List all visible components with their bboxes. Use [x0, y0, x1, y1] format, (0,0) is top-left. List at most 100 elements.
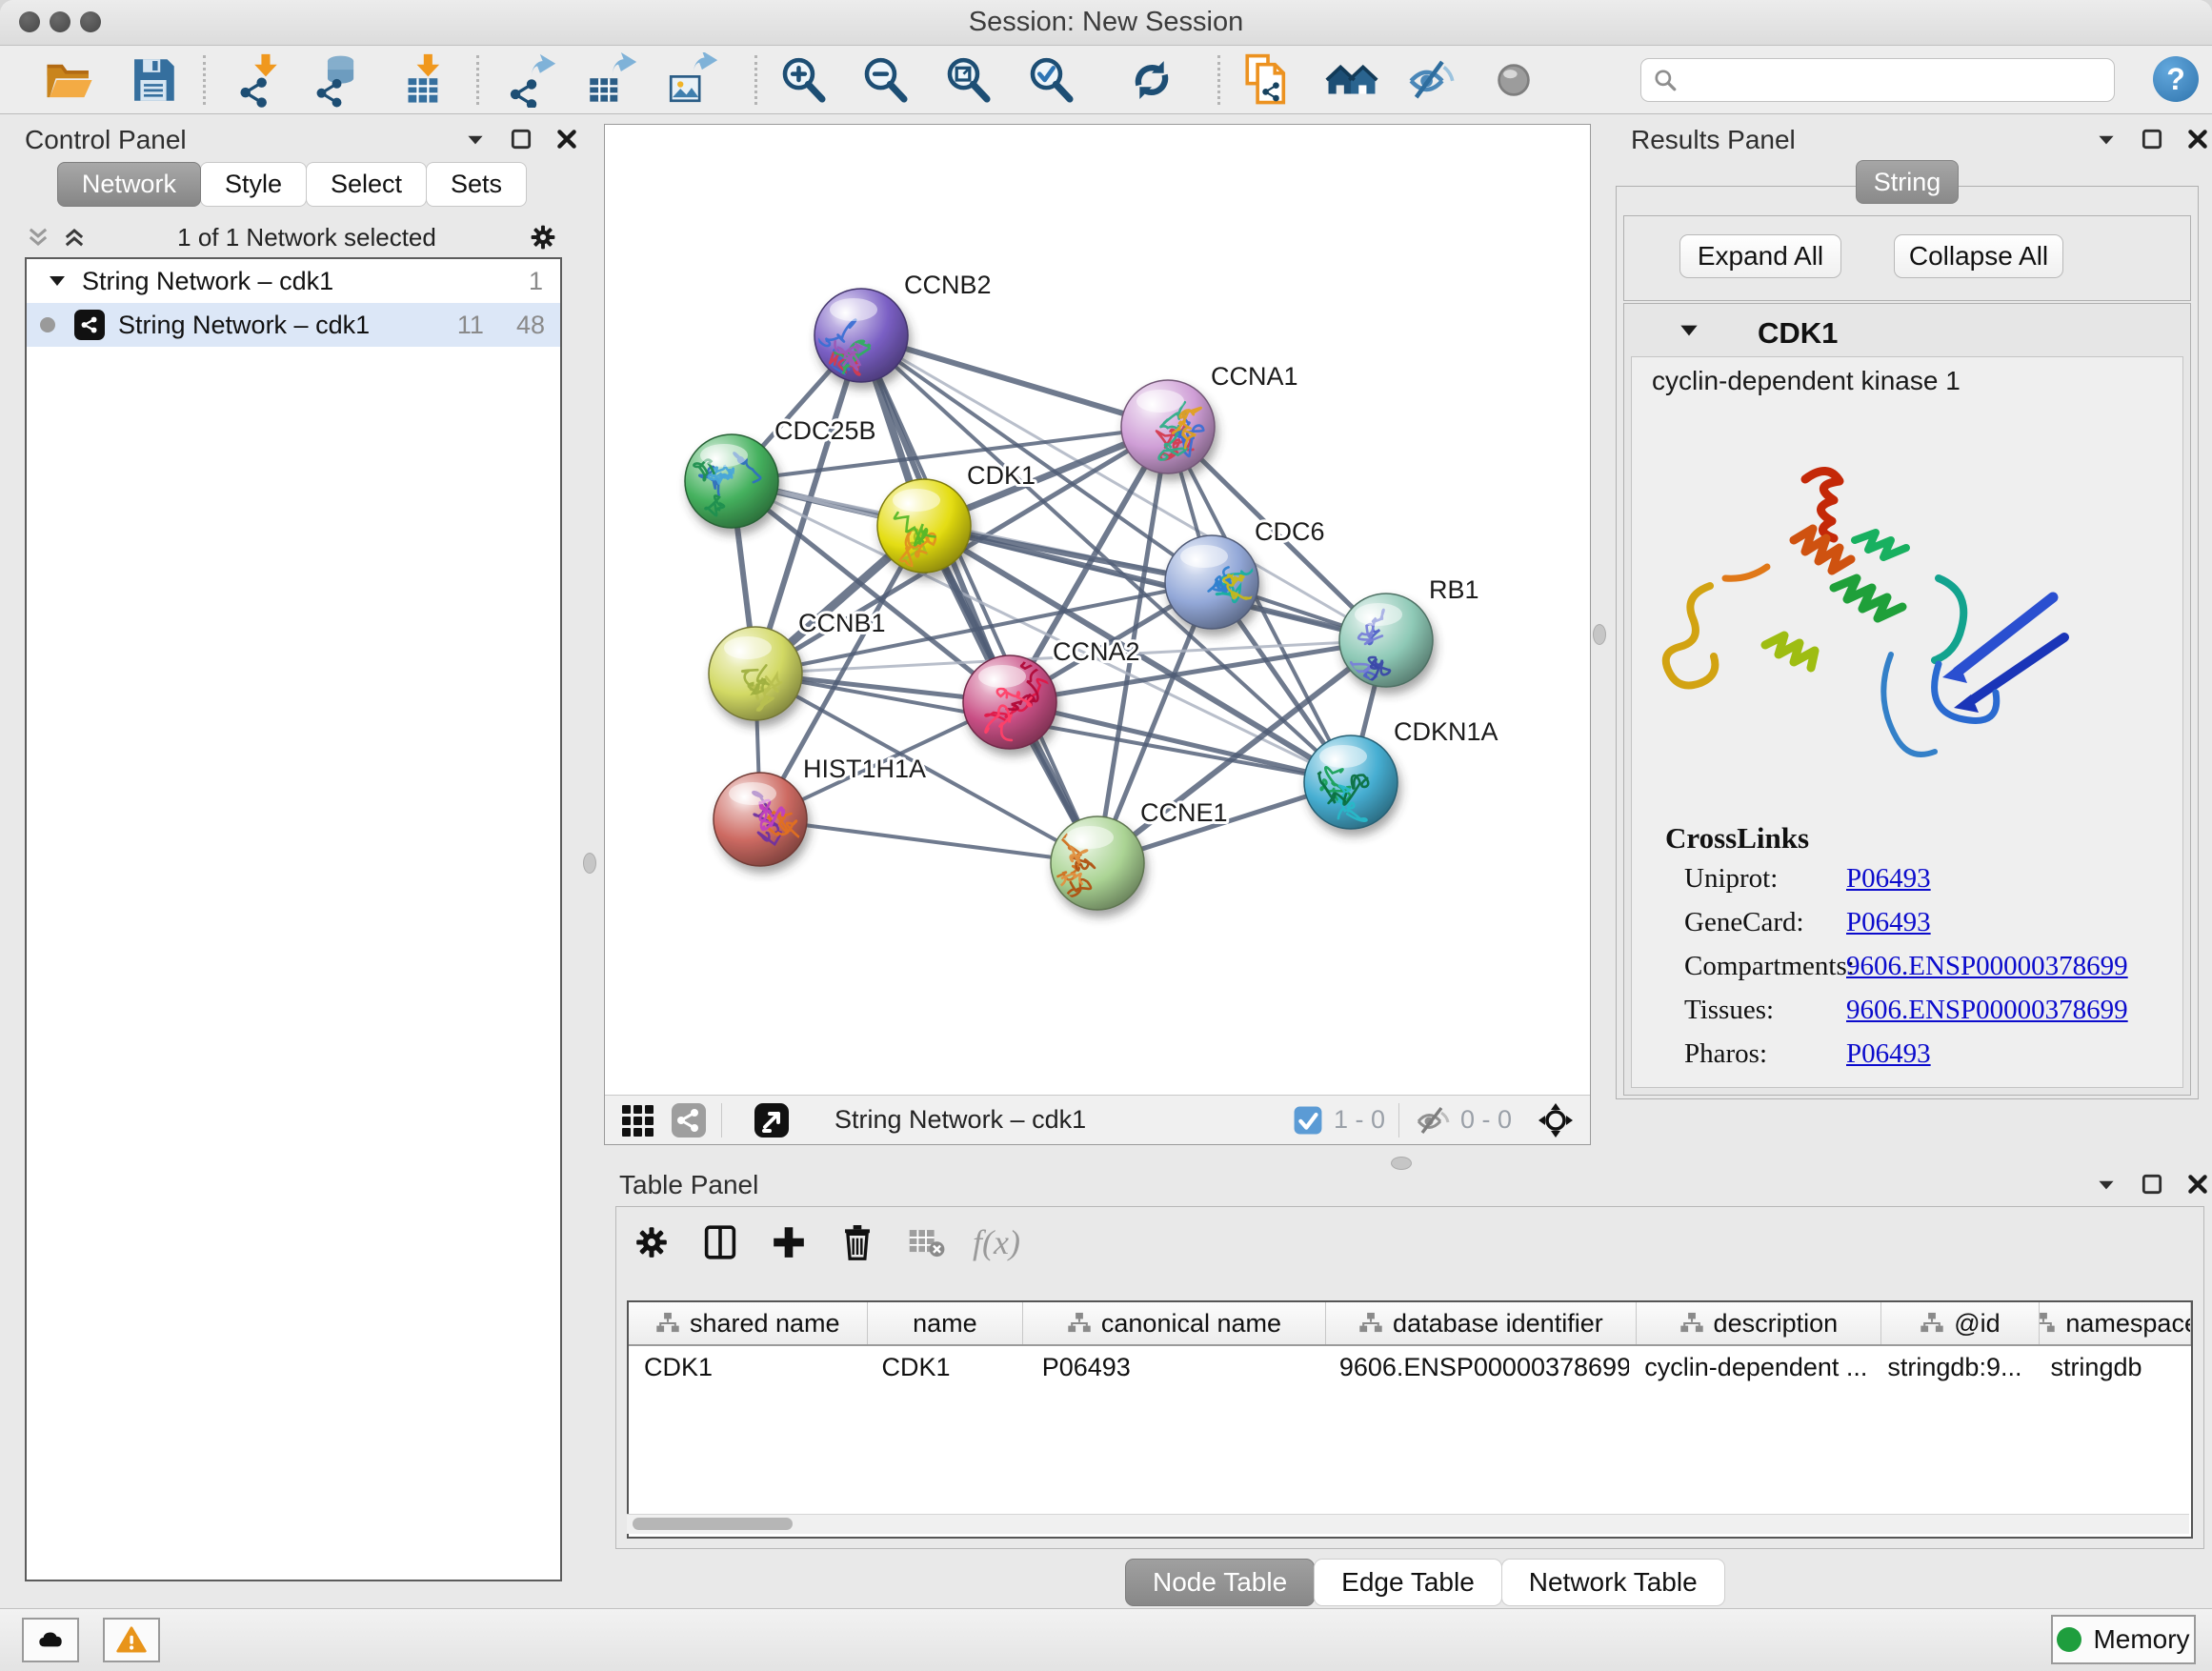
share-view-icon[interactable]	[670, 1101, 708, 1139]
column-header-description[interactable]: description	[1637, 1302, 1881, 1344]
network-edge-CCNB2-CCNE1[interactable]	[861, 335, 1097, 863]
network-edge-HIST1H1A-CCNE1[interactable]	[760, 819, 1097, 863]
tab-network[interactable]: Network	[57, 162, 201, 207]
network-node-CCNE1[interactable]	[1039, 816, 1144, 910]
save-session-icon[interactable]	[124, 50, 183, 110]
birdseye-view-icon[interactable]	[753, 1101, 791, 1139]
function-builder-icon[interactable]: f(x)	[973, 1222, 1020, 1262]
network-node-CDK1[interactable]	[877, 479, 971, 573]
zoom-in-icon[interactable]	[774, 50, 833, 110]
search-input[interactable]	[1685, 60, 2114, 100]
splitter-handle[interactable]	[1593, 624, 1606, 645]
warning-status-button[interactable]	[103, 1618, 160, 1662]
network-node-CCNA1[interactable]	[1121, 380, 1215, 473]
tab-select[interactable]: Select	[306, 162, 427, 207]
hide-selection-icon[interactable]	[1402, 50, 1461, 110]
grid-mode-icon[interactable]	[618, 1101, 656, 1139]
table-row[interactable]: CDK1CDK1P064939606.ENSP00000378699cyclin…	[629, 1346, 2191, 1388]
export-image-icon[interactable]	[662, 50, 721, 110]
search-box[interactable]	[1640, 58, 2115, 102]
zoom-out-icon[interactable]	[855, 50, 915, 110]
network-node-HIST1H1A[interactable]	[714, 773, 807, 866]
network-canvas[interactable]: CCNB2CCNA1CDC25BCDK1CDC6RB1CCNB1CCNA2CDK…	[605, 125, 1590, 1099]
network-node-RB1[interactable]	[1339, 594, 1433, 696]
import-table-icon[interactable]	[392, 50, 452, 110]
scrollbar-thumb[interactable]	[633, 1518, 793, 1530]
splitter-handle[interactable]	[1391, 1157, 1412, 1170]
crosslink-link[interactable]: P06493	[1846, 1038, 1931, 1069]
panel-close-icon[interactable]	[2185, 127, 2210, 151]
tab-node-table[interactable]: Node Table	[1125, 1559, 1315, 1606]
crosslink-row: GeneCard:P06493	[1684, 907, 2128, 951]
delete-table-icon[interactable]	[904, 1220, 948, 1264]
network-edge-CCNB2-CCNA1[interactable]	[861, 335, 1168, 427]
network-node-CDKN1A[interactable]	[1304, 735, 1398, 829]
network-options-gear-icon[interactable]	[526, 220, 560, 254]
panel-menu-icon[interactable]	[2094, 127, 2119, 151]
network-edge-count: 48	[516, 311, 545, 340]
crosslink-link[interactable]: 9606.ENSP00000378699	[1846, 951, 2128, 981]
hidden-eye-icon[interactable]	[1413, 1101, 1451, 1139]
panel-float-icon[interactable]	[2140, 1172, 2164, 1197]
network-collection-row[interactable]: String Network – cdk1 1	[27, 259, 560, 303]
expand-all-icon[interactable]	[61, 224, 88, 251]
panel-close-icon[interactable]	[2185, 1172, 2210, 1197]
refresh-layout-icon[interactable]	[1122, 50, 1181, 110]
column-header-name[interactable]: name	[868, 1302, 1024, 1344]
copy-network-icon[interactable]	[1238, 50, 1297, 110]
delete-column-icon[interactable]	[835, 1220, 879, 1264]
show-columns-icon[interactable]	[698, 1220, 742, 1264]
network-node-CCNB2[interactable]	[814, 289, 908, 405]
import-database-icon[interactable]	[307, 50, 366, 110]
add-column-icon[interactable]	[767, 1220, 811, 1264]
open-file-icon[interactable]	[40, 50, 99, 110]
network-row[interactable]: String Network – cdk1 11 48	[27, 303, 560, 347]
tab-edge-table[interactable]: Edge Table	[1314, 1559, 1502, 1606]
export-table-icon[interactable]	[581, 50, 640, 110]
column-header-shared-name[interactable]: shared name	[629, 1302, 868, 1344]
cloud-status-button[interactable]	[22, 1618, 79, 1662]
crosslink-label: Pharos:	[1684, 1038, 1846, 1070]
panel-menu-icon[interactable]	[463, 127, 488, 151]
expand-all-button[interactable]: Expand All	[1679, 234, 1841, 278]
tab-network-table[interactable]: Network Table	[1501, 1559, 1725, 1606]
column-header-namespace[interactable]: namespace	[2040, 1302, 2191, 1344]
network-node-CCNA2[interactable]	[963, 655, 1068, 749]
tab-style[interactable]: Style	[200, 162, 307, 207]
network-edge-CCNA2-CDKN1A[interactable]	[1010, 702, 1351, 782]
collapse-all-icon[interactable]	[25, 224, 51, 251]
panel-float-icon[interactable]	[509, 127, 533, 151]
crosslink-link[interactable]: P06493	[1846, 863, 1931, 894]
export-network-icon[interactable]	[500, 50, 559, 110]
splitter-handle[interactable]	[583, 853, 596, 874]
horizontal-scrollbar[interactable]	[627, 1514, 2189, 1534]
crosslink-link[interactable]: 9606.ENSP00000378699	[1846, 995, 2128, 1025]
network-node-CDC25B[interactable]	[685, 434, 778, 528]
selected-checkbox-icon[interactable]	[1292, 1104, 1324, 1137]
results-panel-title: Results Panel	[1631, 125, 1796, 155]
fit-content-crosshair-icon[interactable]	[1537, 1101, 1575, 1139]
memory-button[interactable]: Memory	[2051, 1615, 2196, 1664]
first-neighbors-icon[interactable]	[1322, 50, 1381, 110]
entry-expanded-icon[interactable]	[1677, 318, 1701, 343]
column-header-database-identifier[interactable]: database identifier	[1326, 1302, 1637, 1344]
zoom-fit-icon[interactable]	[938, 50, 997, 110]
network-node-CDC6[interactable]	[1165, 535, 1266, 629]
table-settings-gear-icon[interactable]	[630, 1220, 674, 1264]
column-header--id[interactable]: @id	[1881, 1302, 2041, 1344]
panel-float-icon[interactable]	[2140, 127, 2164, 151]
network-node-CCNB1[interactable]	[709, 627, 802, 720]
tab-sets[interactable]: Sets	[426, 162, 527, 207]
help-icon[interactable]: ?	[2153, 56, 2199, 102]
collapse-all-button[interactable]: Collapse All	[1894, 234, 2063, 278]
show-all-icon[interactable]	[1484, 50, 1543, 110]
tab-string[interactable]: String	[1856, 160, 1959, 204]
crosslink-link[interactable]: P06493	[1846, 907, 1931, 937]
table-toolbar: f(x)	[630, 1220, 1020, 1264]
panel-menu-icon[interactable]	[2094, 1172, 2119, 1197]
import-network-icon[interactable]	[227, 50, 286, 110]
column-header-canonical-name[interactable]: canonical name	[1023, 1302, 1325, 1344]
panel-close-icon[interactable]	[554, 127, 579, 151]
zoom-selected-icon[interactable]	[1021, 50, 1080, 110]
tree-expanded-icon[interactable]	[46, 270, 69, 292]
